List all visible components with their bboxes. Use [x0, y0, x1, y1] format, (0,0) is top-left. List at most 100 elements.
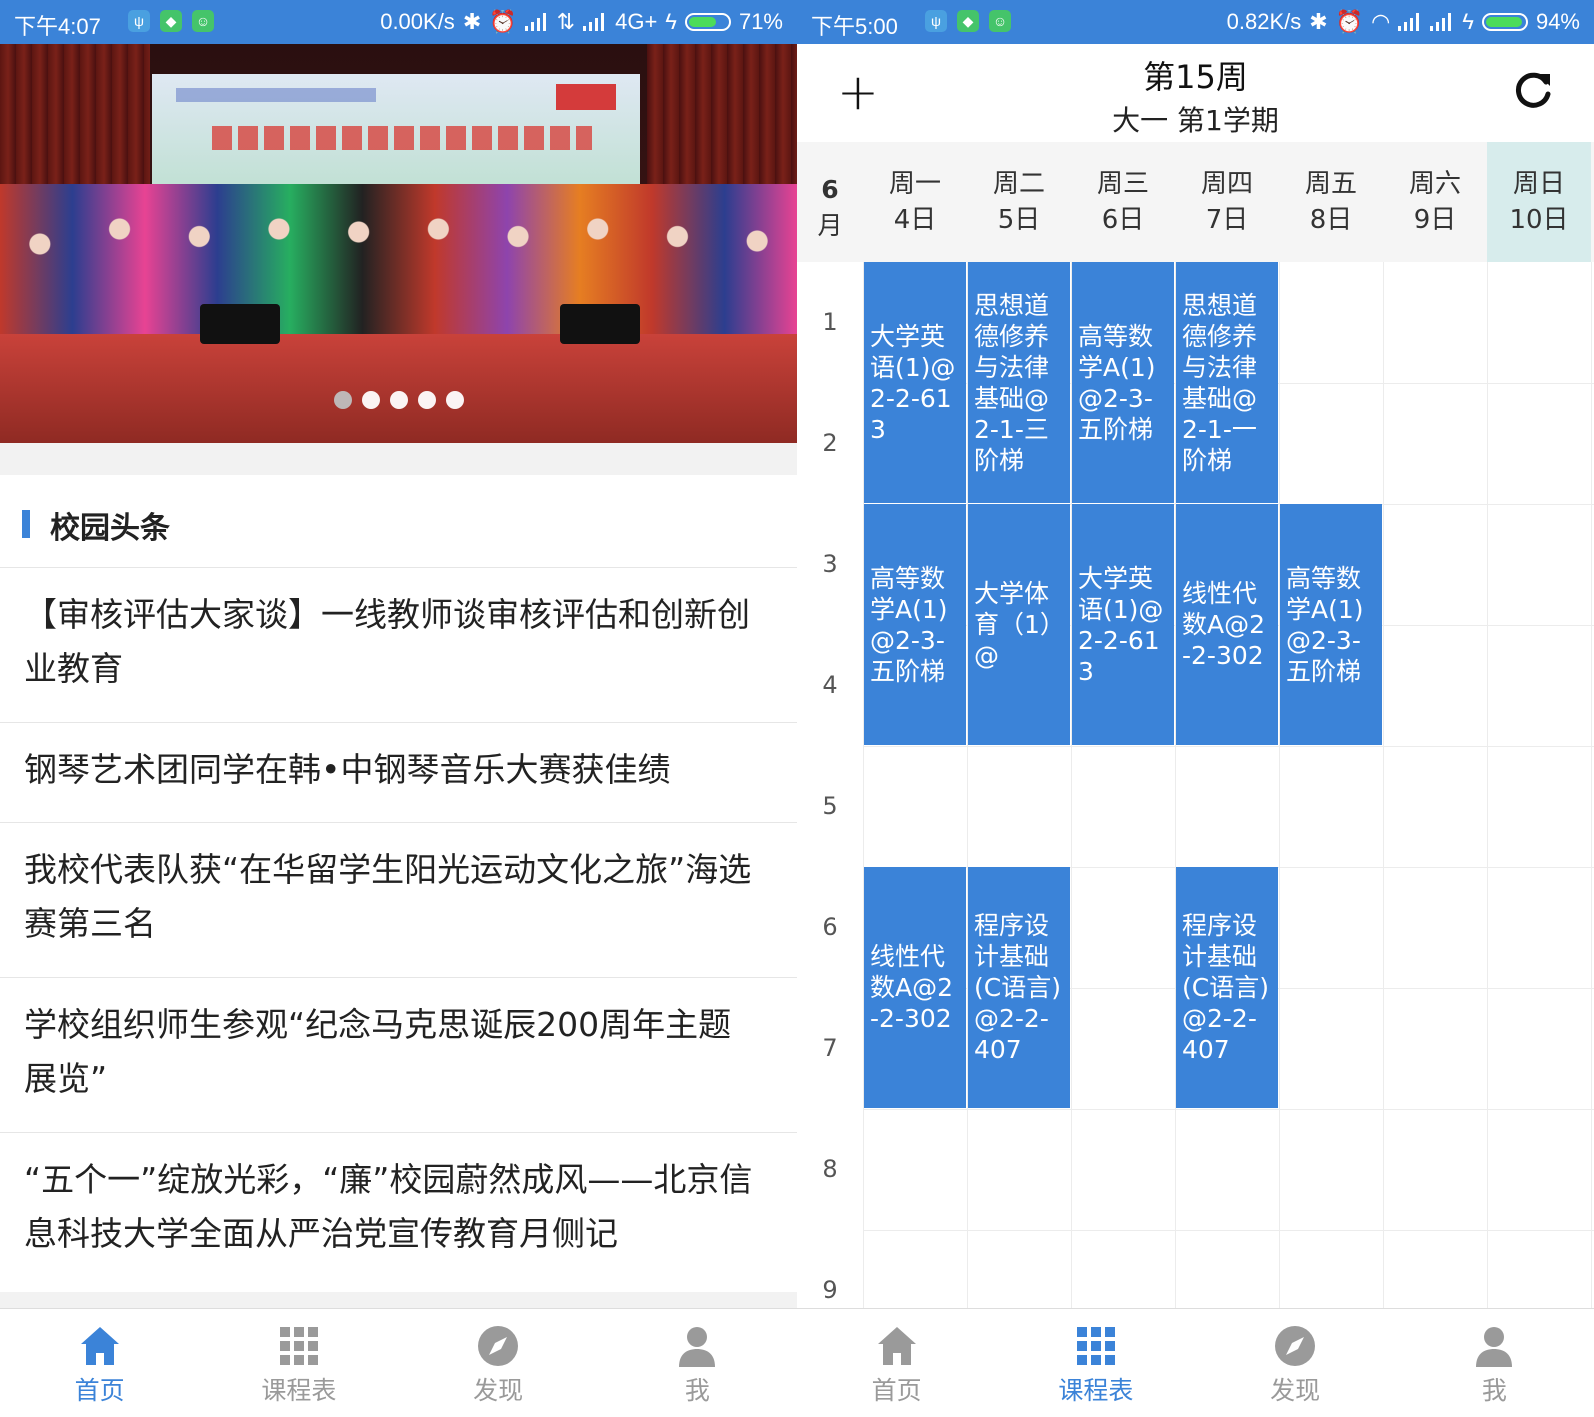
wifi-icon: ◠ [1371, 9, 1391, 34]
home-icon [80, 1327, 119, 1365]
day-name: 周日 [1512, 169, 1565, 199]
tab-label: 首页 [871, 1376, 922, 1405]
tab-label: 发现 [1270, 1376, 1321, 1405]
grid-line [863, 746, 1594, 747]
news-item[interactable]: 钢琴艺术团同学在韩•中钢琴音乐大赛获佳绩 [0, 723, 797, 823]
news-item[interactable]: 【审核评估大家谈】一线教师谈审核评估和创新创业教育 [0, 568, 797, 723]
usb-icon: ψ [925, 10, 947, 32]
course-text: 线性代数A@2-2-302 [1182, 579, 1266, 670]
day-header: 周三 6日 [1071, 166, 1175, 238]
week-title[interactable]: 第15周 [797, 52, 1594, 98]
tab-label: 发现 [473, 1376, 524, 1405]
tab-me[interactable]: 我 [1395, 1309, 1594, 1417]
news-title: 我校代表队获“在华留学生阳光运动文化之旅”海选赛第三名 [24, 850, 752, 943]
tab-me[interactable]: 我 [598, 1309, 797, 1417]
day-date: 8日 [1309, 205, 1353, 235]
course-text: 思想道德修养与法律基础@2-1-一阶梯 [1182, 290, 1258, 475]
grid-line [863, 1109, 1594, 1110]
tab-discover[interactable]: 发现 [399, 1309, 598, 1417]
day-header: 周日 10日 [1487, 142, 1591, 262]
notification-icons: ψ ◆ ☺ [925, 10, 1011, 32]
course-block[interactable]: 大学英语(1)@2-2-613 [1072, 504, 1174, 745]
data-arrows-icon: ⇅ [556, 9, 576, 34]
news-title: 钢琴艺术团同学在韩•中钢琴音乐大赛获佳绩 [24, 750, 671, 789]
tab-schedule[interactable]: 课程表 [996, 1309, 1195, 1417]
period-number: 4 [822, 671, 838, 699]
news-item[interactable]: “五个一”绽放光彩，“廉”校园蔚然成风——北京信息科技大学全面从严治党宣传教育月… [0, 1133, 797, 1288]
usb-icon: ψ [128, 10, 150, 32]
course-block[interactable]: 大学英语(1)@2-2-613 [864, 262, 966, 503]
schedule-screen: 下午5:00 ψ ◆ ☺ 0.82K/s ✱ ⏰ ◠ ϟ 94% + 第15周 … [797, 0, 1594, 1417]
course-text: 高等数学A(1)@2-3-五阶梯 [870, 563, 948, 686]
bottom-tab-bar: 首页 课程表 发现 我 [0, 1308, 797, 1417]
month-unit: 月 [817, 211, 843, 240]
battery-icon [1481, 13, 1528, 31]
course-block[interactable]: 程序设计基础(C语言)@2-2-407 [1176, 867, 1278, 1108]
list-end-gap [0, 1292, 797, 1309]
grid-icon [279, 1327, 318, 1365]
month-label: 6 月 [797, 172, 863, 244]
tab-label: 我 [1481, 1376, 1507, 1405]
tab-label: 课程表 [261, 1376, 337, 1405]
banner-carousel[interactable] [0, 44, 797, 443]
bluetooth-icon: ✱ [462, 9, 482, 34]
day-date: 9日 [1413, 205, 1457, 235]
grid-line [1591, 262, 1592, 1312]
signal-icon [1398, 13, 1422, 31]
news-title: “五个一”绽放光彩，“廉”校园蔚然成风——北京信息科技大学全面从严治党宣传教育月… [24, 1160, 753, 1253]
period-number: 2 [822, 429, 838, 457]
course-block[interactable]: 线性代数A@2-2-302 [1176, 504, 1278, 745]
carousel-dot[interactable] [333, 391, 352, 409]
course-text: 程序设计基础(C语言)@2-2-407 [1182, 911, 1269, 1064]
course-block[interactable]: 思想道德修养与法律基础@2-1-三阶梯 [968, 262, 1070, 503]
refresh-icon[interactable] [1512, 70, 1554, 112]
day-header: 周五 8日 [1279, 166, 1383, 238]
user-icon [679, 1327, 716, 1367]
shield-icon: ◆ [160, 10, 182, 32]
period-number: 3 [822, 550, 838, 578]
timetable-grid: 1 2 3 4 5 6 7 8 9 大学英语(1)@2-2-613 思想道德修养与法律基础@2-1-… [797, 262, 1594, 1312]
tab-home[interactable]: 首页 [797, 1309, 996, 1417]
section-gap [0, 443, 797, 475]
battery-percent: 94% [1535, 9, 1580, 34]
section-marker [22, 510, 30, 538]
period-number: 1 [822, 308, 838, 336]
carousel-dot[interactable] [445, 391, 464, 409]
course-block[interactable]: 高等数学A(1)@2-3-五阶梯 [1072, 262, 1174, 503]
bluetooth-icon: ✱ [1309, 9, 1328, 34]
status-bar: 下午4:07 ψ ◆ ☺ 0.00K/s ✱ ⏰ ⇅ 4G+ ϟ 71% [0, 0, 797, 44]
tab-schedule[interactable]: 课程表 [199, 1309, 398, 1417]
course-block[interactable]: 高等数学A(1)@2-3-五阶梯 [1280, 504, 1382, 745]
carousel-dot[interactable] [389, 391, 408, 409]
status-time: 下午4:07 [14, 14, 101, 39]
network-speed: 0.00K/s [380, 9, 455, 34]
status-time: 下午5:00 [811, 14, 898, 39]
period-number: 6 [822, 913, 838, 941]
network-speed: 0.82K/s [1226, 9, 1302, 34]
carousel-dot[interactable] [417, 391, 436, 409]
day-header: 周六 9日 [1383, 166, 1487, 238]
semester-label[interactable]: 大一 第1学期 [797, 99, 1594, 139]
tab-discover[interactable]: 发现 [1196, 1309, 1395, 1417]
alarm-icon: ⏰ [489, 9, 517, 34]
day-date: 4日 [893, 205, 937, 235]
news-item[interactable]: 我校代表队获“在华留学生阳光运动文化之旅”海选赛第三名 [0, 823, 797, 978]
course-block[interactable]: 程序设计基础(C语言)@2-2-407 [968, 867, 1070, 1108]
tab-home[interactable]: 首页 [0, 1309, 199, 1417]
course-block[interactable]: 大学体育（1）@ [968, 504, 1070, 745]
android-icon: ☺ [192, 10, 214, 32]
carousel-dot[interactable] [361, 391, 380, 409]
section-title: 校园头条 [50, 511, 170, 546]
course-text: 思想道德修养与法律基础@2-1-三阶梯 [974, 290, 1050, 475]
course-block[interactable]: 思想道德修养与法律基础@2-1-一阶梯 [1176, 262, 1278, 503]
course-block[interactable]: 线性代数A@2-2-302 [864, 867, 966, 1108]
period-number: 7 [822, 1034, 838, 1062]
day-date: 5日 [997, 205, 1041, 235]
course-block[interactable]: 高等数学A(1)@2-3-五阶梯 [864, 504, 966, 745]
news-item[interactable]: 学校组织师生参观“纪念马克思诞辰200周年主题展览” [0, 978, 797, 1133]
banner-photo-speaker [560, 304, 640, 344]
charging-icon: ϟ [1462, 9, 1474, 34]
grid-line [863, 1230, 1594, 1231]
battery-percent: 71% [738, 9, 783, 34]
grid-icon [1076, 1327, 1115, 1365]
